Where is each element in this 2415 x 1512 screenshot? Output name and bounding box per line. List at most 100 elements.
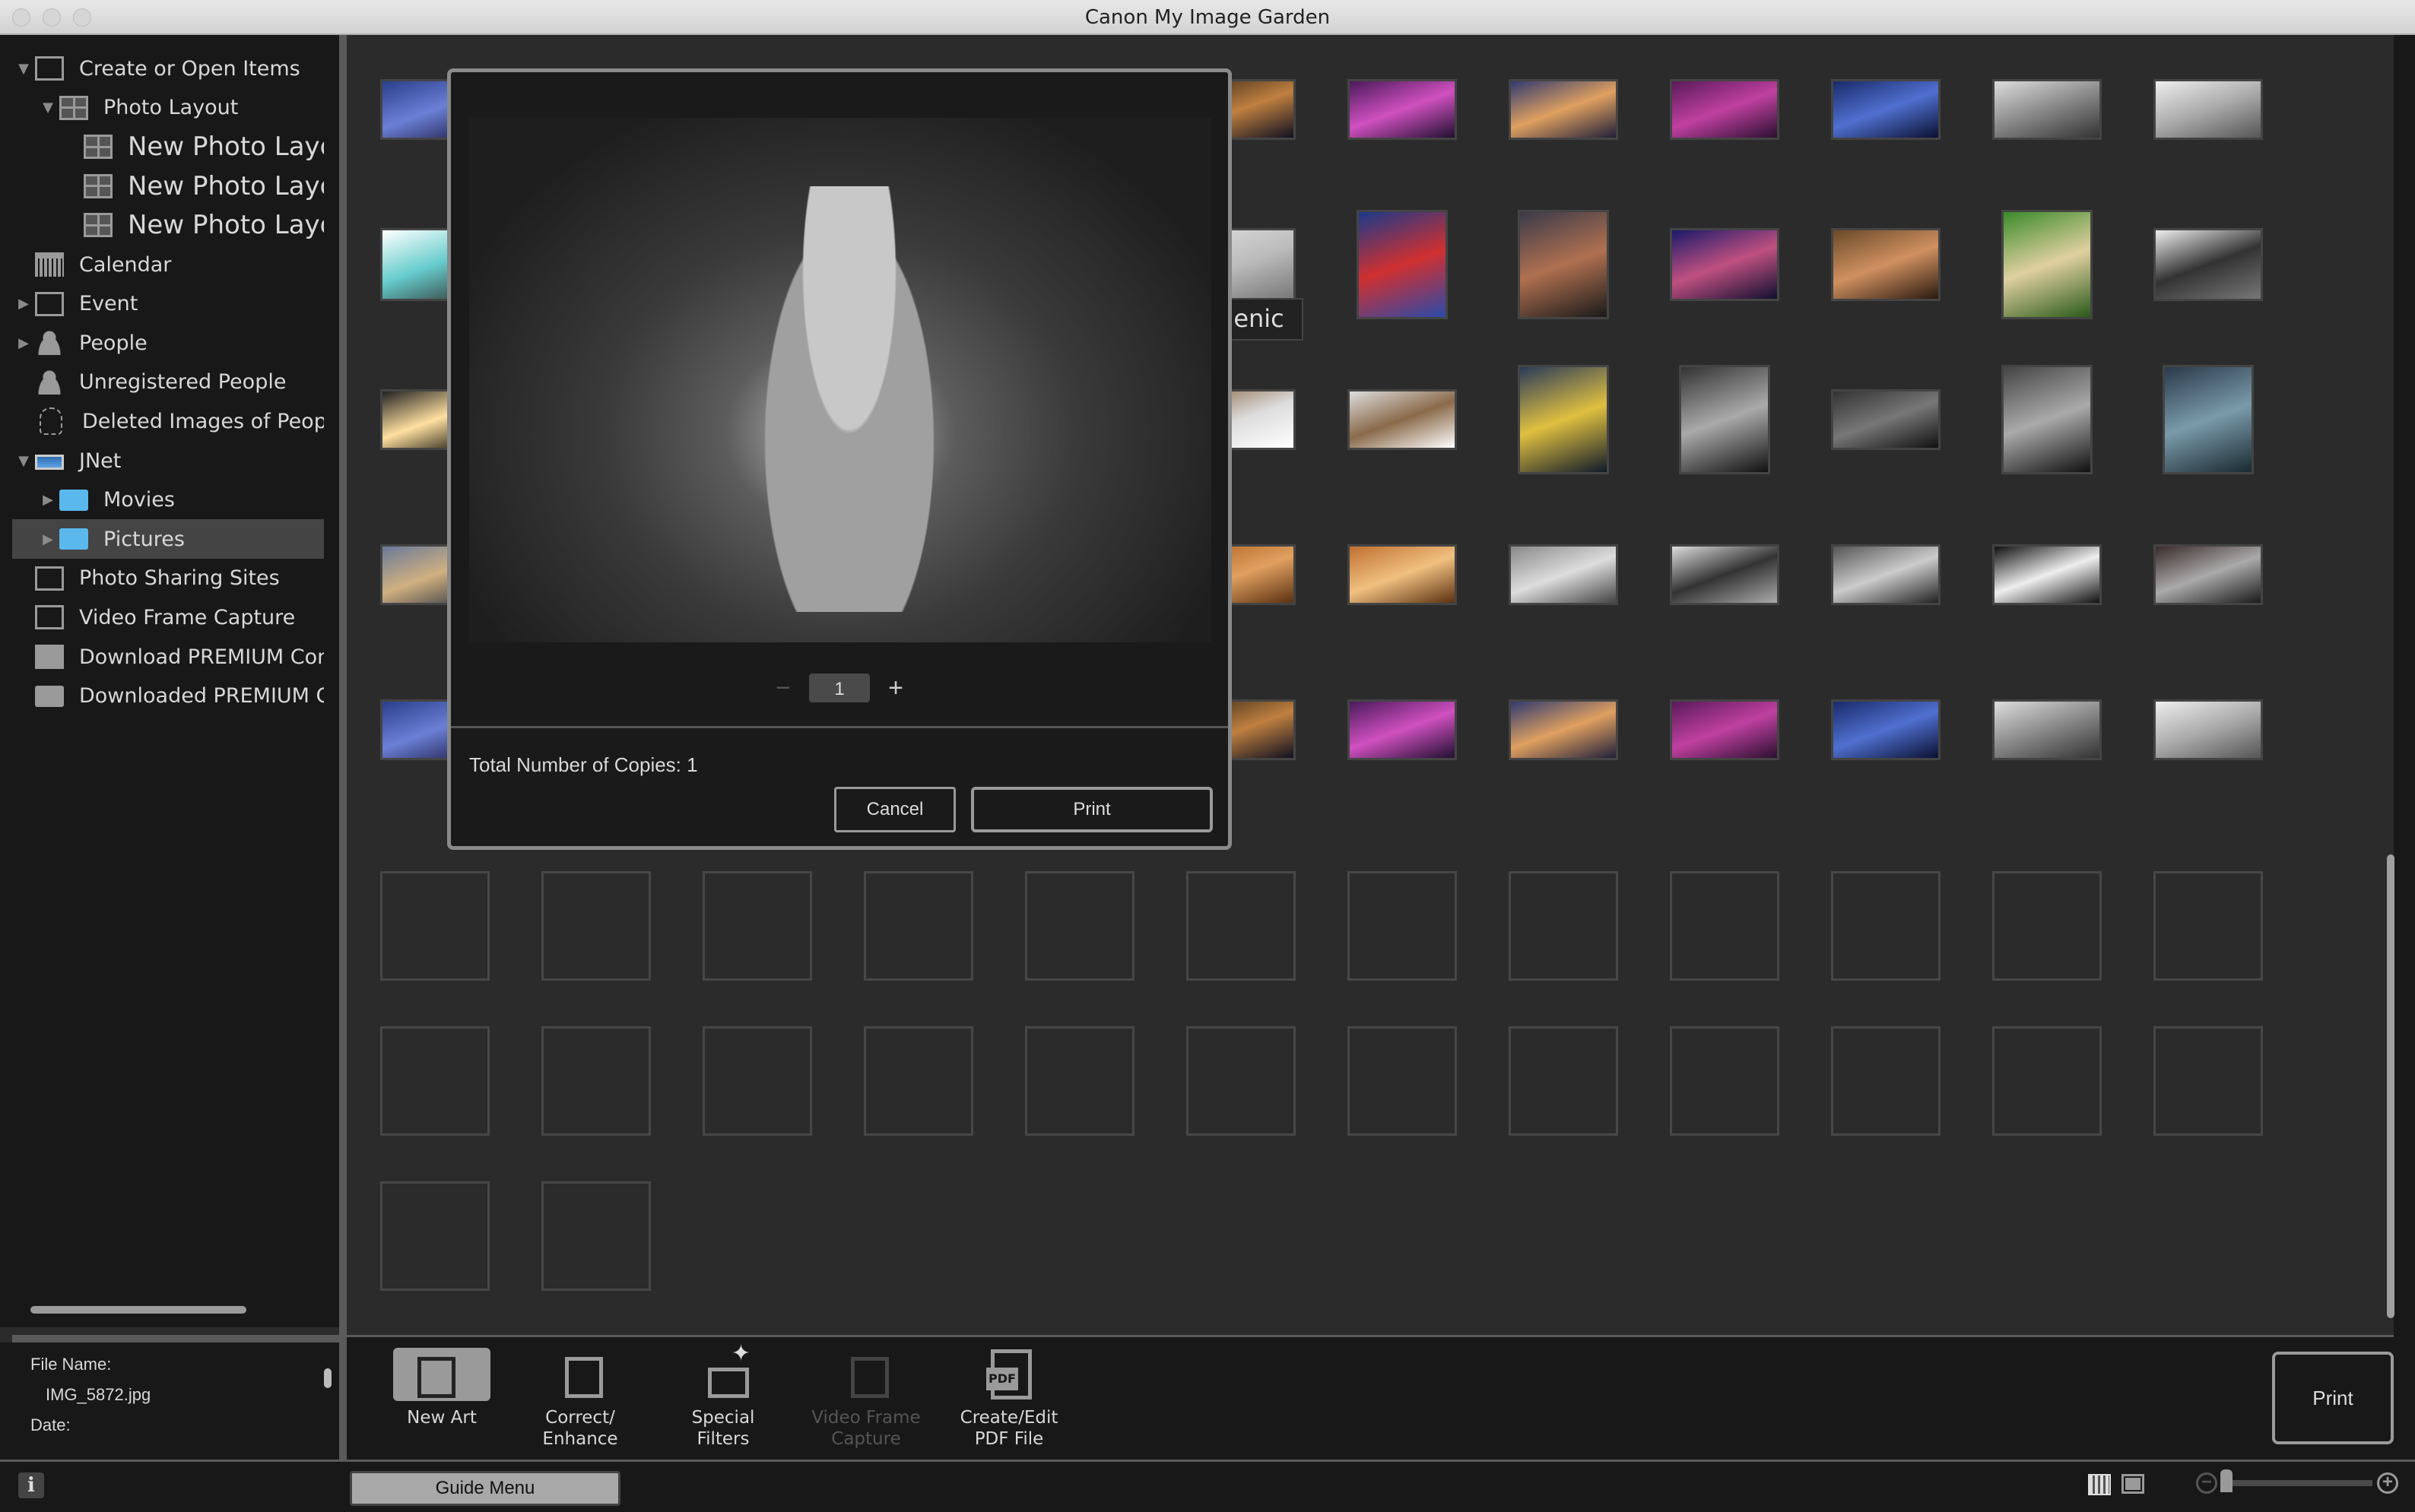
disclosure-triangle-icon[interactable]: ▶: [36, 492, 59, 508]
special-filters-button[interactable]: ✦ Special Filters: [658, 1342, 788, 1450]
photo-thumbnail[interactable]: [1670, 228, 1779, 301]
empty-thumbnail-slot[interactable]: [541, 1181, 651, 1291]
empty-thumbnail-slot[interactable]: [1992, 1026, 2102, 1136]
empty-thumbnail-slot[interactable]: [380, 1181, 490, 1291]
photo-thumbnail[interactable]: [1831, 228, 1941, 301]
empty-thumbnail-slot[interactable]: [1025, 871, 1135, 981]
disclosure-triangle-icon[interactable]: ▼: [12, 61, 35, 77]
empty-thumbnail-slot[interactable]: [1347, 871, 1457, 981]
empty-thumbnail-slot[interactable]: [1670, 871, 1779, 981]
zoom-in-icon[interactable]: +: [2377, 1472, 2398, 1494]
empty-thumbnail-slot[interactable]: [1186, 1026, 1296, 1136]
photo-thumbnail[interactable]: [1831, 544, 1941, 605]
photo-thumbnail[interactable]: [2153, 79, 2263, 140]
guide-menu-button[interactable]: Guide Menu: [350, 1471, 620, 1506]
empty-thumbnail-slot[interactable]: [864, 871, 973, 981]
thumbnail-size-slider-handle[interactable]: [2220, 1469, 2233, 1492]
photo-thumbnail[interactable]: [2001, 210, 2093, 319]
empty-thumbnail-slot[interactable]: [541, 1026, 651, 1136]
zoom-out-icon[interactable]: −: [2196, 1472, 2217, 1494]
sidebar-item-new-photo-layout[interactable]: New Photo Layout: [12, 205, 324, 245]
photo-thumbnail[interactable]: [1509, 544, 1618, 605]
photo-thumbnail[interactable]: [1347, 389, 1457, 450]
empty-thumbnail-slot[interactable]: [1831, 871, 1941, 981]
sidebar-item-photo-sharing-sites[interactable]: Photo Sharing Sites: [12, 559, 324, 598]
sidebar-horizontal-scrollbar[interactable]: [30, 1306, 246, 1314]
photo-thumbnail[interactable]: [1347, 699, 1457, 760]
empty-thumbnail-slot[interactable]: [1670, 1026, 1779, 1136]
photo-thumbnail[interactable]: [1347, 544, 1457, 605]
photo-thumbnail[interactable]: [1992, 79, 2102, 140]
photo-thumbnail[interactable]: [1518, 365, 1609, 474]
empty-thumbnail-slot[interactable]: [1186, 871, 1296, 981]
photo-thumbnail[interactable]: [2153, 544, 2263, 605]
photo-thumbnail[interactable]: [1509, 699, 1618, 760]
sidebar-item-pictures[interactable]: ▶ Pictures: [12, 519, 324, 559]
disclosure-triangle-icon[interactable]: ▼: [36, 100, 59, 116]
photo-thumbnail[interactable]: [1509, 79, 1618, 140]
photo-thumbnail[interactable]: [1831, 79, 1941, 140]
empty-thumbnail-slot[interactable]: [1509, 871, 1618, 981]
sidebar-item-create-or-open-items[interactable]: ▼ Create or Open Items: [12, 49, 324, 88]
sidebar-item-download-premium-contents[interactable]: Download PREMIUM Contents: [12, 637, 324, 677]
empty-thumbnail-slot[interactable]: [380, 871, 490, 981]
photo-thumbnail[interactable]: [1992, 544, 2102, 605]
photo-thumbnail[interactable]: [1670, 699, 1779, 760]
thumbnail-size-slider[interactable]: [2231, 1480, 2372, 1486]
sidebar-item-unregistered-people[interactable]: Unregistered People: [12, 363, 324, 402]
single-view-icon[interactable]: [2121, 1474, 2144, 1494]
empty-thumbnail-slot[interactable]: [2153, 1026, 2263, 1136]
increase-copies-button[interactable]: +: [887, 674, 905, 703]
empty-thumbnail-slot[interactable]: [864, 1026, 973, 1136]
copies-input[interactable]: 1: [809, 674, 870, 702]
sidebar-item-deleted-images-of-people[interactable]: Deleted Images of People: [12, 401, 324, 441]
photo-thumbnail[interactable]: [1831, 389, 1941, 450]
cancel-button[interactable]: Cancel: [834, 787, 956, 832]
empty-thumbnail-slot[interactable]: [380, 1026, 490, 1136]
photo-thumbnail[interactable]: [1670, 544, 1779, 605]
photo-thumbnail[interactable]: [1357, 210, 1448, 319]
photo-thumbnail[interactable]: [1992, 699, 2102, 760]
empty-thumbnail-slot[interactable]: [1025, 1026, 1135, 1136]
sidebar-item-new-photo-layout[interactable]: New Photo Layout: [12, 127, 324, 166]
sidebar-item-photo-layout[interactable]: ▼ Photo Layout: [12, 88, 324, 128]
new-art-button[interactable]: New Art: [377, 1348, 506, 1428]
sidebar-item-video-frame-capture[interactable]: Video Frame Capture: [12, 598, 324, 637]
create-edit-pdf-button[interactable]: PDF Create/Edit PDF File: [944, 1348, 1074, 1450]
info-panel-scrollbar[interactable]: [324, 1368, 332, 1388]
empty-thumbnail-slot[interactable]: [2153, 871, 2263, 981]
photo-thumbnail[interactable]: [2153, 699, 2263, 760]
sidebar-item-movies[interactable]: ▶ Movies: [12, 480, 324, 520]
dialog-print-button[interactable]: Print: [971, 787, 1213, 832]
photo-thumbnail[interactable]: [2001, 365, 2093, 474]
sidebar-info-splitter[interactable]: [12, 1335, 339, 1342]
empty-thumbnail-slot[interactable]: [541, 871, 651, 981]
photo-thumbnail[interactable]: [1679, 365, 1770, 474]
photo-thumbnail[interactable]: [1831, 699, 1941, 760]
empty-thumbnail-slot[interactable]: [1992, 871, 2102, 981]
empty-thumbnail-slot[interactable]: [1831, 1026, 1941, 1136]
print-button[interactable]: Print: [2272, 1352, 2394, 1444]
empty-thumbnail-slot[interactable]: [703, 1026, 812, 1136]
disclosure-triangle-icon[interactable]: ▼: [12, 453, 35, 469]
decrease-copies-button[interactable]: −: [774, 674, 792, 703]
photo-thumbnail[interactable]: [1670, 79, 1779, 140]
correct-enhance-button[interactable]: Correct/ Enhance: [516, 1348, 645, 1450]
disclosure-triangle-icon[interactable]: ▶: [12, 335, 35, 351]
sidebar-item-event[interactable]: ▶ Event: [12, 284, 324, 324]
photo-thumbnail[interactable]: [2153, 228, 2263, 301]
sidebar-resize-handle[interactable]: [339, 35, 347, 1460]
sidebar-item-people[interactable]: ▶ People: [12, 323, 324, 363]
video-frame-capture-button[interactable]: Video Frame Capture: [801, 1348, 931, 1450]
empty-thumbnail-slot[interactable]: [703, 871, 812, 981]
sidebar-item-calendar[interactable]: Calendar: [12, 245, 324, 284]
photo-thumbnail[interactable]: [1518, 210, 1609, 319]
sidebar-item-new-photo-layout[interactable]: New Photo Layout: [12, 166, 324, 206]
empty-thumbnail-slot[interactable]: [1347, 1026, 1457, 1136]
photo-thumbnail[interactable]: [1347, 79, 1457, 140]
info-button[interactable]: i: [18, 1472, 44, 1498]
thumbnail-view-icon[interactable]: [2088, 1474, 2111, 1495]
photo-thumbnail[interactable]: [2163, 365, 2254, 474]
disclosure-triangle-icon[interactable]: ▶: [36, 531, 59, 547]
sidebar-item-jnet[interactable]: ▼ JNet: [12, 441, 324, 480]
